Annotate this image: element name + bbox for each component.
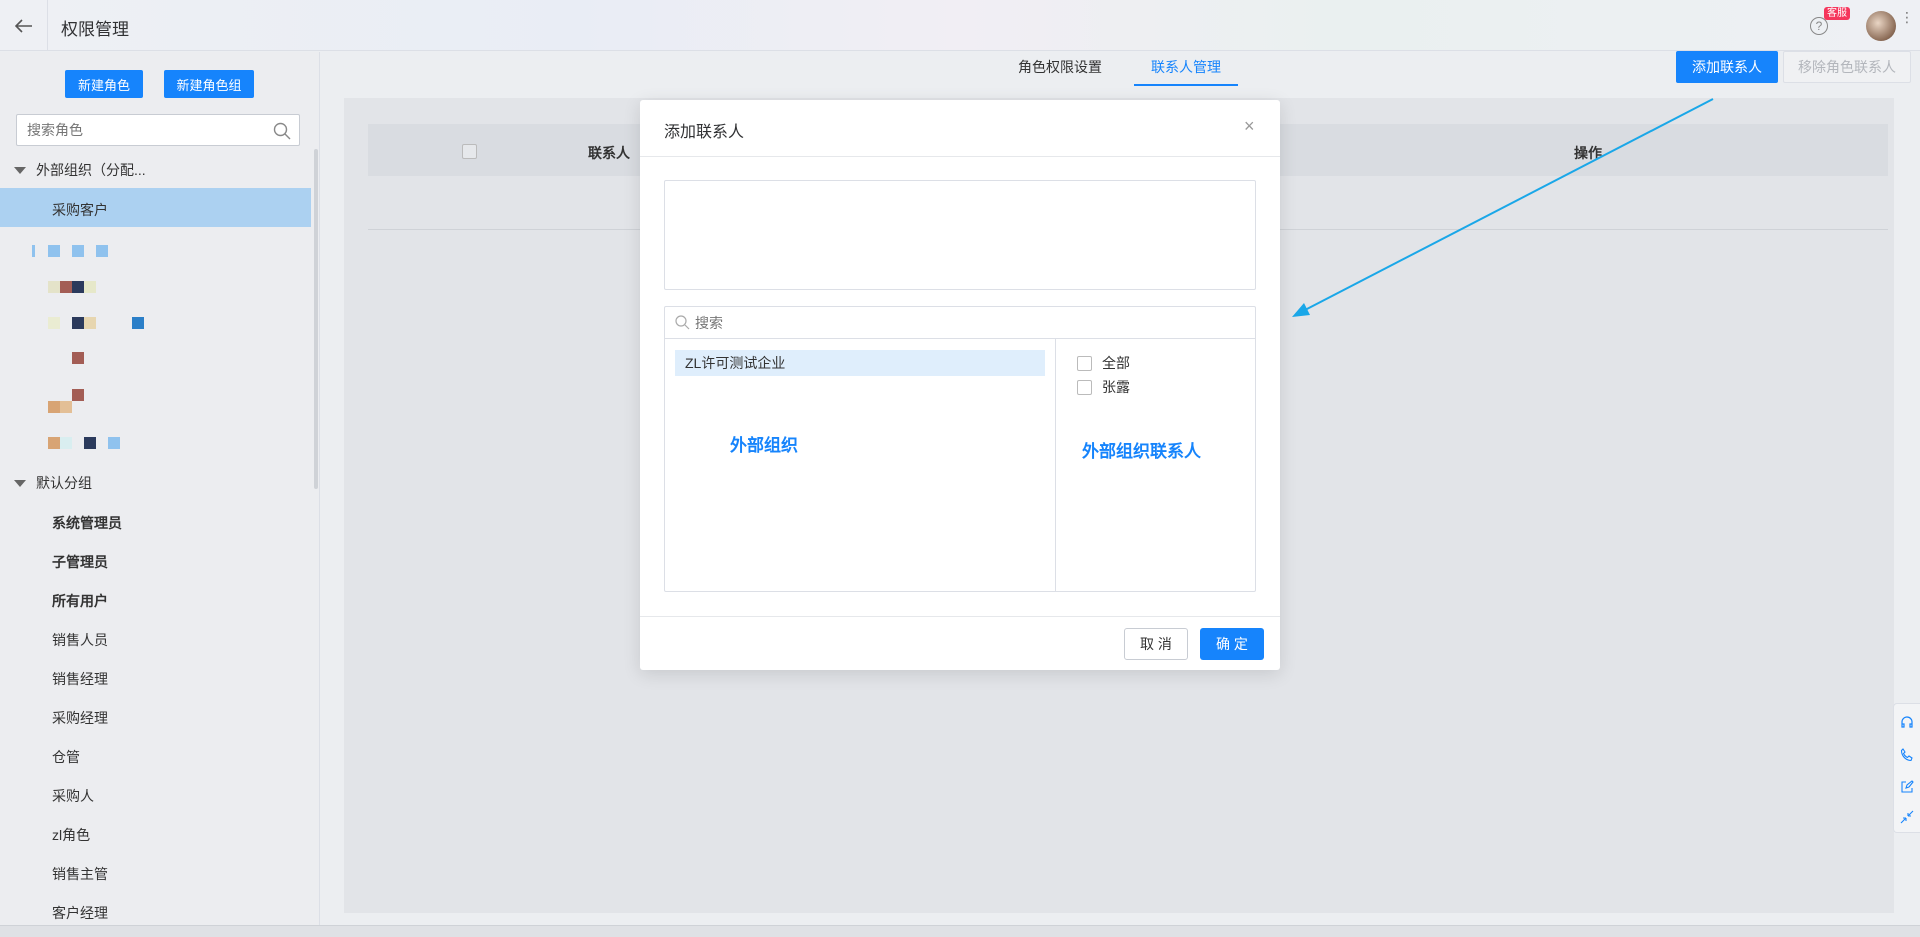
add-contact-dialog: 添加联系人 × ZL许可测试企业 外部组织 全部 张露 外部组织联系人 取 消 … [640, 100, 1280, 670]
picker-search-input[interactable] [693, 307, 1233, 338]
back-arrow-icon [14, 18, 32, 33]
remove-role-contact-button[interactable]: 移除角色联系人 [1783, 51, 1911, 83]
search-icon [675, 315, 690, 330]
close-icon[interactable]: × [1244, 116, 1255, 137]
contact-checkbox[interactable] [1077, 379, 1092, 395]
redacted-block [96, 245, 108, 257]
redacted-block [60, 437, 72, 449]
role-item[interactable]: 仓管 [52, 747, 80, 767]
picker-search-box[interactable] [665, 307, 1255, 339]
redacted-block [60, 401, 72, 413]
confirm-button[interactable]: 确 定 [1200, 628, 1264, 660]
redacted-block [60, 281, 72, 293]
org-list-item[interactable]: ZL许可测试企业 [675, 350, 1045, 376]
dialog-header-divider [640, 156, 1280, 157]
selected-contacts-area[interactable] [664, 180, 1256, 290]
role-item[interactable]: 所有用户 [52, 591, 108, 611]
group-label: 外部组织（分配... [36, 162, 146, 178]
role-item[interactable]: 销售人员 [52, 630, 108, 650]
phone-icon[interactable] [1900, 748, 1914, 762]
dialog-title: 添加联系人 [664, 124, 745, 141]
avatar[interactable] [1866, 11, 1896, 41]
new-role-button[interactable]: 新建角色 [65, 70, 143, 98]
redacted-block [72, 389, 84, 401]
right-dock [1893, 703, 1920, 833]
redacted-block [48, 281, 60, 293]
more-icon[interactable]: ⋮ [1900, 10, 1914, 24]
role-search-input[interactable] [17, 115, 257, 145]
column-header-contact: 联系人 [588, 145, 630, 161]
check-all-label: 全部 [1102, 355, 1130, 371]
back-button[interactable] [0, 0, 48, 51]
tab-role-permission[interactable]: 角色权限设置 [1018, 57, 1102, 77]
redacted-block [108, 437, 120, 449]
group-external-org[interactable]: 外部组织（分配... [14, 160, 146, 180]
search-icon[interactable] [273, 122, 291, 140]
role-item[interactable]: 子管理员 [52, 552, 108, 572]
role-item[interactable]: zl角色 [52, 825, 90, 845]
bottom-scrollbar[interactable] [0, 925, 1920, 937]
check-all-row[interactable]: 全部 [1077, 353, 1130, 373]
contact-label: 张露 [1102, 379, 1130, 395]
group-label: 默认分组 [36, 475, 92, 491]
redacted-block [72, 317, 84, 329]
active-tab-underline [1134, 84, 1238, 86]
role-item[interactable]: 客户经理 [52, 903, 108, 923]
column-header-action: 操作 [1574, 145, 1602, 161]
picker-divider [1055, 339, 1056, 591]
redacted-block [72, 245, 84, 257]
select-all-checkbox[interactable] [462, 144, 477, 159]
new-role-group-button[interactable]: 新建角色组 [164, 70, 254, 98]
redacted-block [72, 352, 84, 364]
check-all-checkbox[interactable] [1077, 355, 1092, 371]
redacted-block [48, 317, 60, 329]
headset-icon[interactable] [1900, 716, 1914, 730]
role-item[interactable]: 采购人 [52, 786, 94, 806]
redacted-block [72, 281, 84, 293]
group-default[interactable]: 默认分组 [14, 473, 92, 493]
contact-picker: ZL许可测试企业 外部组织 全部 张露 外部组织联系人 [664, 306, 1256, 592]
role-item[interactable]: 系统管理员 [52, 513, 122, 533]
role-item[interactable]: 采购经理 [52, 708, 108, 728]
redacted-block [48, 401, 60, 413]
redacted-block [84, 437, 96, 449]
caret-down-icon [14, 166, 26, 174]
role-item-purchase-customer[interactable]: 采购客户 [52, 200, 108, 220]
redacted-block [84, 317, 96, 329]
add-contact-button[interactable]: 添加联系人 [1676, 51, 1778, 83]
contact-row[interactable]: 张露 [1077, 377, 1130, 397]
tab-contact-manage[interactable]: 联系人管理 [1151, 57, 1221, 77]
annotation-external-org: 外部组织 [730, 436, 798, 455]
dialog-footer-divider [640, 616, 1280, 617]
redacted-block [84, 281, 96, 293]
redacted-block [48, 245, 60, 257]
page-title: 权限管理 [61, 20, 129, 39]
edit-icon[interactable] [1900, 780, 1914, 794]
top-bar: 权限管理 ? 客服 ⋮ [0, 0, 1920, 51]
role-item[interactable]: 销售经理 [52, 669, 108, 689]
role-search-box[interactable] [16, 114, 300, 146]
caret-down-icon [14, 479, 26, 487]
cancel-button[interactable]: 取 消 [1124, 628, 1188, 660]
role-item[interactable]: 销售主管 [52, 864, 108, 884]
redacted-block [32, 245, 35, 257]
redacted-block [48, 437, 60, 449]
collapse-icon[interactable] [1900, 810, 1914, 824]
role-sidebar: 新建角色 新建角色组 外部组织（分配... 采购客户 默认分组 系统管理员 子管… [0, 52, 320, 925]
customer-service-badge[interactable]: 客服 [1824, 7, 1850, 20]
role-item-selected[interactable] [0, 188, 311, 227]
redacted-block [132, 317, 144, 329]
sidebar-scrollbar[interactable] [314, 149, 318, 489]
annotation-external-contacts: 外部组织联系人 [1082, 442, 1201, 461]
